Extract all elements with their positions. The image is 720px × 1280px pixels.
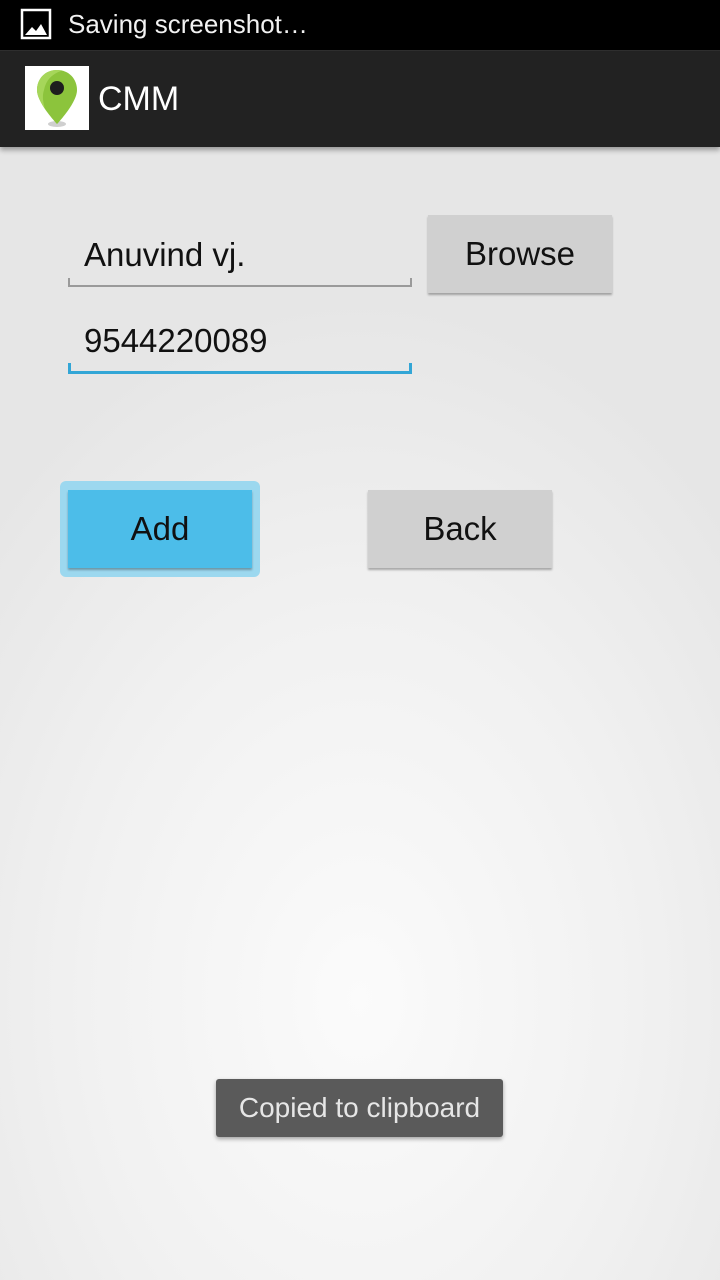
app-title: CMM [98,80,180,118]
browse-button[interactable]: Browse [428,215,612,293]
notification-text: Saving screenshot… [68,9,308,39]
app-icon[interactable] [25,66,89,130]
image-icon [20,8,52,40]
name-field-value: Anuvind vj. [84,236,246,273]
phone-field-value: 9544220089 [84,322,268,359]
name-field[interactable]: Anuvind vj. [68,227,412,287]
map-pin-icon [37,70,77,127]
action-bar: CMM [0,50,720,147]
phone-field[interactable]: 9544220089 [68,313,412,374]
status-bar: Saving screenshot… [0,0,720,50]
back-button[interactable]: Back [368,490,552,568]
add-button[interactable]: Add [68,490,252,568]
toast-message: Copied to clipboard [216,1079,503,1137]
add-button-focus-ring: Add [60,481,260,577]
